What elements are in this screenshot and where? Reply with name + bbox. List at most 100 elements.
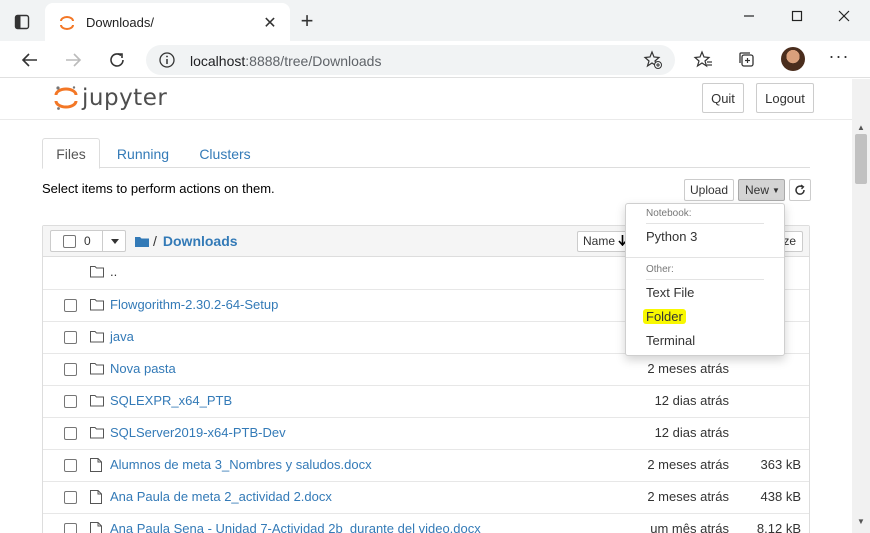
collections-icon[interactable] bbox=[736, 49, 758, 71]
row-checkbox[interactable] bbox=[64, 331, 77, 344]
breadcrumb: / Downloads bbox=[135, 233, 238, 249]
selection-hint: Select items to perform actions on them. bbox=[42, 181, 275, 196]
file-name-link[interactable]: Nova pasta bbox=[110, 361, 176, 376]
tab-files[interactable]: Files bbox=[42, 138, 100, 169]
back-icon[interactable] bbox=[17, 47, 43, 73]
folder-icon bbox=[90, 298, 104, 312]
file-icon bbox=[90, 490, 104, 504]
folder-icon bbox=[90, 394, 104, 408]
tab-running[interactable]: Running bbox=[108, 138, 178, 169]
modified-date: 12 dias atrás bbox=[654, 393, 729, 408]
folder-icon bbox=[90, 362, 104, 376]
browser-window: Downloads/ ✕ + localhost:8888/tree/Downl… bbox=[0, 0, 870, 533]
breadcrumb-separator: / bbox=[153, 233, 157, 249]
row-checkbox[interactable] bbox=[64, 523, 77, 533]
scroll-up-icon[interactable]: ▲ bbox=[857, 123, 865, 132]
tab-close-icon[interactable]: ✕ bbox=[260, 13, 280, 33]
close-icon[interactable] bbox=[833, 6, 855, 26]
minimize-icon[interactable] bbox=[738, 6, 760, 26]
new-tab-button[interactable]: + bbox=[297, 10, 317, 32]
jupyter-logo-icon bbox=[54, 86, 78, 110]
sort-by-name-button[interactable]: Name bbox=[577, 231, 631, 252]
refresh-button[interactable] bbox=[789, 179, 811, 201]
row-checkbox[interactable] bbox=[64, 363, 77, 376]
browser-tab[interactable]: Downloads/ ✕ bbox=[45, 3, 290, 41]
file-size: 8.12 kB bbox=[756, 521, 801, 533]
caret-down-icon: ▼ bbox=[772, 185, 780, 195]
address-bar: localhost:8888/tree/Downloads ··· bbox=[0, 41, 870, 78]
tab-actions-icon[interactable] bbox=[9, 9, 35, 35]
favorites-icon[interactable] bbox=[692, 49, 714, 71]
tab-clusters[interactable]: Clusters bbox=[190, 138, 260, 169]
jupyter-favicon-icon bbox=[59, 15, 75, 31]
menu-item-folder[interactable]: Folder bbox=[643, 309, 686, 324]
url-input[interactable]: localhost:8888/tree/Downloads bbox=[146, 45, 675, 75]
more-menu-icon[interactable]: ··· bbox=[828, 47, 850, 69]
jupyter-page: jupyter Quit Logout Files Running Cluste… bbox=[0, 79, 852, 533]
scroll-down-icon[interactable]: ▼ bbox=[857, 517, 865, 526]
modified-date: 12 dias atrás bbox=[654, 425, 729, 440]
table-row[interactable]: Alumnos de meta 3_Nombres y saludos.docx… bbox=[43, 449, 809, 481]
vertical-scrollbar[interactable]: ▲ ▼ bbox=[852, 79, 870, 533]
url-text: localhost:8888/tree/Downloads bbox=[190, 53, 381, 69]
table-row[interactable]: SQLEXPR_x64_PTB 12 dias atrás bbox=[43, 385, 809, 417]
new-dropdown-menu: Notebook: Python 3 Other: Text File Fold… bbox=[625, 203, 785, 356]
row-checkbox[interactable] bbox=[64, 395, 77, 408]
selected-count: 0 bbox=[84, 234, 91, 248]
refresh-icon bbox=[795, 184, 805, 195]
select-all-control[interactable]: 0 bbox=[50, 230, 126, 252]
menu-divider bbox=[646, 279, 764, 280]
header-divider bbox=[0, 119, 852, 120]
file-name-link[interactable]: SQLEXPR_x64_PTB bbox=[110, 393, 232, 408]
home-folder-icon[interactable] bbox=[135, 236, 149, 247]
forward-icon[interactable] bbox=[60, 47, 86, 73]
sort-label: Name bbox=[583, 234, 616, 248]
file-name-link[interactable]: Alumnos de meta 3_Nombres y saludos.docx bbox=[110, 457, 372, 472]
breadcrumb-downloads[interactable]: Downloads bbox=[163, 233, 238, 249]
notebook-header: Notebook: bbox=[646, 208, 692, 219]
menu-item-text-file[interactable]: Text File bbox=[646, 285, 694, 300]
row-checkbox[interactable] bbox=[64, 427, 77, 440]
file-name-link[interactable]: SQLServer2019-x64-PTB-Dev bbox=[110, 425, 286, 440]
menu-divider bbox=[626, 257, 784, 258]
file-name-link[interactable]: .. bbox=[110, 264, 117, 279]
other-header: Other: bbox=[646, 264, 674, 275]
logout-button[interactable]: Logout bbox=[756, 83, 814, 113]
menu-item-terminal[interactable]: Terminal bbox=[646, 333, 695, 348]
url-path: :8888/tree/Downloads bbox=[245, 53, 382, 69]
file-name-link[interactable]: Ana Paula de meta 2_actividad 2.docx bbox=[110, 489, 332, 504]
folder-icon bbox=[90, 426, 104, 440]
table-row[interactable]: SQLServer2019-x64-PTB-Dev 12 dias atrás bbox=[43, 417, 809, 449]
row-checkbox[interactable] bbox=[64, 491, 77, 504]
row-checkbox[interactable] bbox=[64, 299, 77, 312]
file-icon bbox=[90, 522, 104, 533]
table-row[interactable]: Nova pasta 2 meses atrás bbox=[43, 353, 809, 385]
modified-date: 2 meses atrás bbox=[647, 489, 729, 504]
select-all-checkbox[interactable] bbox=[63, 235, 76, 248]
file-size: 438 kB bbox=[760, 489, 801, 504]
menu-divider bbox=[646, 223, 764, 224]
select-dropdown-toggle[interactable] bbox=[102, 231, 126, 251]
site-info-icon[interactable] bbox=[158, 51, 176, 69]
tab-bar: Downloads/ ✕ + bbox=[0, 0, 870, 41]
profile-avatar[interactable] bbox=[781, 47, 805, 71]
menu-item-python3[interactable]: Python 3 bbox=[646, 229, 697, 244]
row-checkbox[interactable] bbox=[64, 459, 77, 472]
add-favorite-icon[interactable] bbox=[643, 50, 663, 70]
maximize-icon[interactable] bbox=[786, 6, 808, 26]
tab-title: Downloads/ bbox=[86, 15, 154, 30]
new-dropdown-button[interactable]: New ▼ bbox=[738, 179, 785, 201]
upload-button[interactable]: Upload bbox=[684, 179, 734, 201]
file-icon bbox=[90, 458, 104, 472]
quit-button[interactable]: Quit bbox=[702, 83, 744, 113]
scrollbar-thumb[interactable] bbox=[855, 134, 867, 184]
file-name-link[interactable]: Ana Paula Sena - Unidad 7-Actividad 2b_d… bbox=[110, 521, 481, 533]
table-row[interactable]: Ana Paula de meta 2_actividad 2.docx 2 me… bbox=[43, 481, 809, 513]
jupyter-logo[interactable]: jupyter bbox=[54, 83, 167, 113]
file-name-link[interactable]: java bbox=[110, 329, 134, 344]
reload-icon[interactable] bbox=[104, 47, 130, 73]
modified-date: 2 meses atrás bbox=[647, 457, 729, 472]
file-name-link[interactable]: Flowgorithm-2.30.2-64-Setup bbox=[110, 297, 278, 312]
table-row[interactable]: Ana Paula Sena - Unidad 7-Actividad 2b_d… bbox=[43, 513, 809, 533]
modified-date: um mês atrás bbox=[650, 521, 729, 533]
